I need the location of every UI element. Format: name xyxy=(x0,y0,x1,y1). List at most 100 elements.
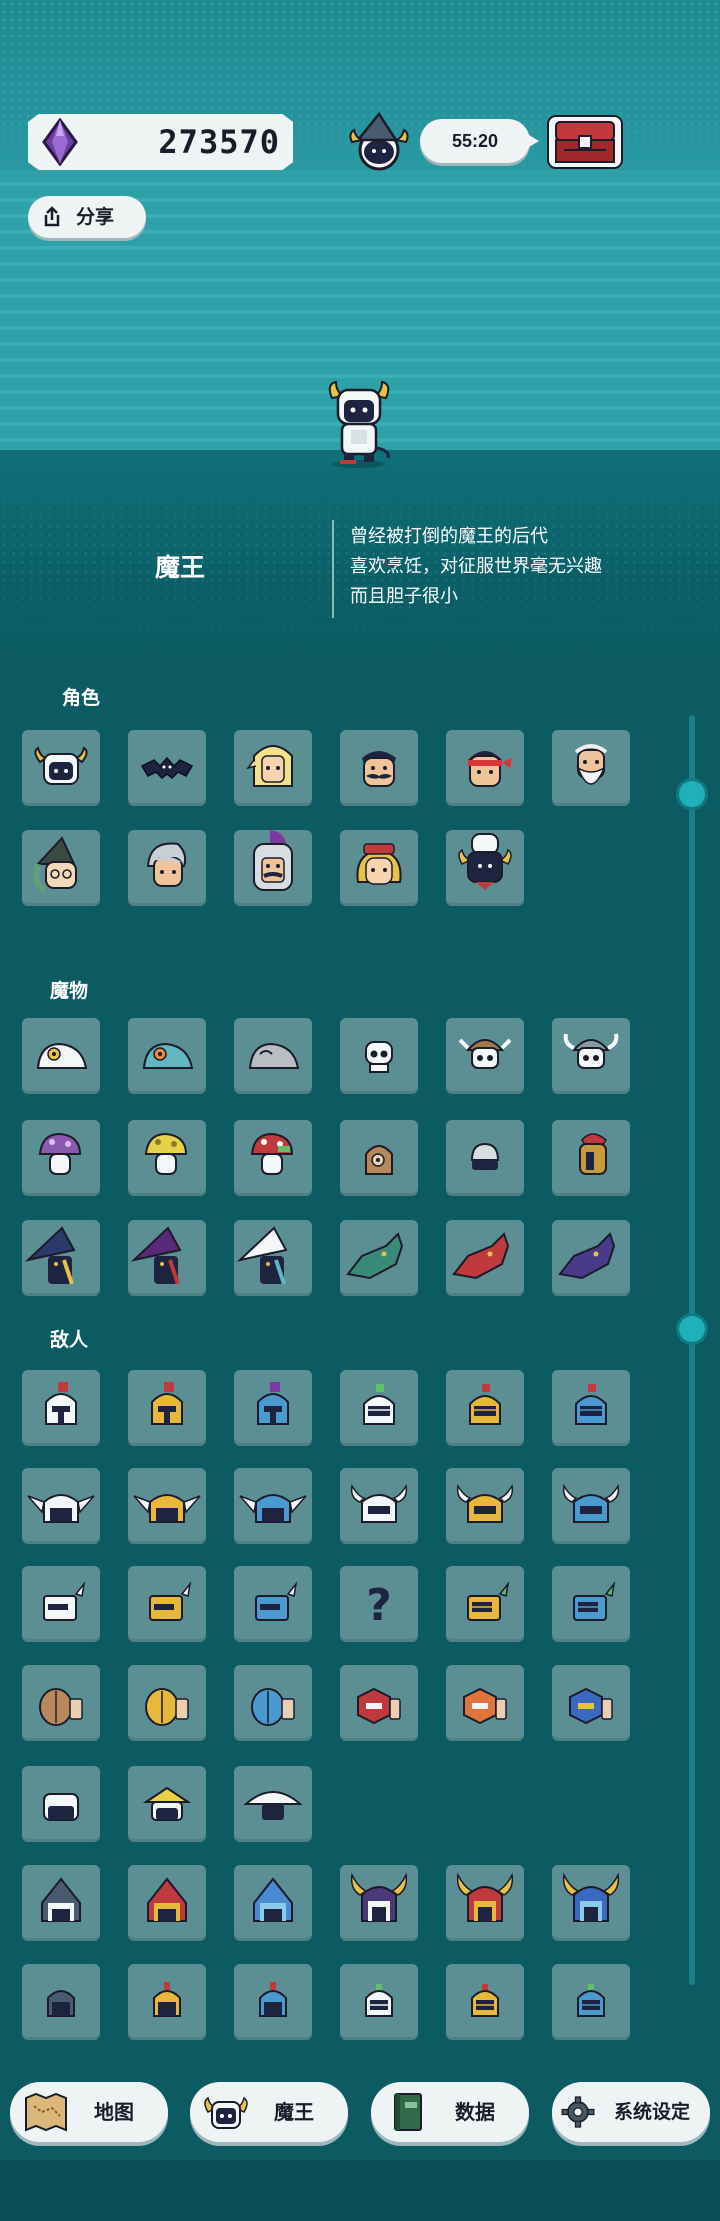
enemy-tile-shield-brown[interactable] xyxy=(22,1665,100,1741)
monster-tile-mushroom-red[interactable] xyxy=(234,1120,312,1196)
share-button[interactable]: 分享 xyxy=(28,196,146,238)
enemy-tile-cap-white[interactable] xyxy=(22,1766,100,1842)
enemy-tile-box-gold[interactable] xyxy=(128,1566,206,1642)
enemy-tile-box-knight-blue[interactable] xyxy=(552,1566,630,1642)
monster-tile-mushroom-purple[interactable] xyxy=(22,1120,100,1196)
scrollbar-track[interactable] xyxy=(689,715,695,1985)
enemy-tile-winged-white[interactable] xyxy=(22,1468,100,1544)
enemy-tile-small-helm-gray[interactable] xyxy=(22,1964,100,2040)
character-tile-old-sage[interactable] xyxy=(552,730,630,806)
enemy-tile-hood-gray[interactable] xyxy=(22,1865,100,1941)
monster-tile-mage-blue[interactable] xyxy=(22,1220,100,1296)
bottom-strip xyxy=(0,2160,720,2221)
enemy-tile-visor-gold[interactable] xyxy=(446,1964,524,2040)
skull-viking-icon xyxy=(458,1038,512,1069)
nav-data-button[interactable]: 数据 xyxy=(371,2082,529,2142)
enemy-tile-visor-blue[interactable] xyxy=(552,1964,630,2040)
enemy-tile-helmet-blue[interactable] xyxy=(234,1370,312,1446)
monster-tile-skull-viking[interactable] xyxy=(446,1018,524,1094)
character-tile-witch[interactable] xyxy=(22,830,100,906)
character-tile-blonde-girl[interactable] xyxy=(234,730,312,806)
knight-helmet-icon xyxy=(469,1384,501,1425)
wizard-avatar-button[interactable] xyxy=(346,110,412,172)
skull-horned-icon xyxy=(563,1033,619,1069)
hex-shield-icon xyxy=(463,1687,507,1725)
info-divider xyxy=(332,520,334,618)
nav-settings-button[interactable]: 系统设定 xyxy=(552,2082,710,2142)
character-tile-bat[interactable] xyxy=(128,730,206,806)
viking-helmet-icon xyxy=(456,1872,514,1922)
character-tile-demon-king[interactable] xyxy=(22,730,100,806)
monster-tile-dragon-purple[interactable] xyxy=(552,1220,630,1296)
helmet-slime-icon xyxy=(470,1142,500,1170)
shield-bearer-icon xyxy=(251,1688,295,1726)
scroll-knob-enemies[interactable] xyxy=(679,1316,705,1342)
enemy-tile-horned-white[interactable] xyxy=(340,1468,418,1544)
monster-tile-slime-teal[interactable] xyxy=(128,1018,206,1094)
enemy-tile-shield-gold[interactable] xyxy=(128,1665,206,1741)
enemy-tile-knight-gold[interactable] xyxy=(446,1370,524,1446)
monster-tile-mage-purple[interactable] xyxy=(128,1220,206,1296)
enemy-tile-viking-blue[interactable] xyxy=(552,1865,630,1941)
character-tile-knight-general[interactable] xyxy=(234,830,312,906)
section-title-monsters: 魔物 xyxy=(50,980,89,1002)
monster-tile-spartan[interactable] xyxy=(552,1120,630,1196)
monster-tile-helmet-slime[interactable] xyxy=(446,1120,524,1196)
dragon-icon xyxy=(452,1232,510,1280)
enemy-tile-shield-blue[interactable] xyxy=(234,1665,312,1741)
horned-helmet-icon xyxy=(562,1483,620,1523)
enemy-tile-hex-shield-orange[interactable] xyxy=(446,1665,524,1741)
character-tile-silver-hair[interactable] xyxy=(128,830,206,906)
enemy-tile-hex-shield-blue[interactable] xyxy=(552,1665,630,1741)
monster-tile-mage-white[interactable] xyxy=(234,1220,312,1296)
monster-tile-dragon-green[interactable] xyxy=(340,1220,418,1296)
enemy-tile-viking-purple[interactable] xyxy=(340,1865,418,1941)
monster-tile-skull-horned[interactable] xyxy=(552,1018,630,1094)
winged-helmet-icon xyxy=(239,1494,307,1523)
character-tile-headband-fighter[interactable] xyxy=(446,730,524,806)
nav-demon-king-button[interactable]: 魔王 xyxy=(190,2082,348,2142)
enemy-tile-hood-blue[interactable] xyxy=(234,1865,312,1941)
enemy-tile-unknown[interactable]: ? xyxy=(340,1566,418,1642)
scroll-knob-characters[interactable] xyxy=(679,781,705,807)
enemy-tile-hood-red[interactable] xyxy=(128,1865,206,1941)
monster-tile-stone-golem[interactable] xyxy=(340,1120,418,1196)
character-tile-chef-demon[interactable] xyxy=(446,830,524,906)
box-knight-icon xyxy=(467,1581,510,1621)
demon-king-icon xyxy=(204,2096,248,2129)
enemy-tile-winged-blue[interactable] xyxy=(234,1468,312,1544)
nav-map-button[interactable]: 地图 xyxy=(10,2082,168,2142)
monster-tile-slime-gray[interactable] xyxy=(234,1018,312,1094)
enemy-tile-horned-gold[interactable] xyxy=(446,1468,524,1544)
monster-tile-skull[interactable] xyxy=(340,1018,418,1094)
monster-tile-mushroom-yellow[interactable] xyxy=(128,1120,206,1196)
character-tile-princess[interactable] xyxy=(340,830,418,906)
enemy-tile-hex-shield-red[interactable] xyxy=(340,1665,418,1741)
enemy-tile-box-white[interactable] xyxy=(22,1566,100,1642)
enemy-tile-horned-blue[interactable] xyxy=(552,1468,630,1544)
enemy-tile-small-helm-blue[interactable] xyxy=(234,1964,312,2040)
viking-helmet-icon xyxy=(562,1872,620,1922)
enemy-tile-cap-yellow[interactable] xyxy=(128,1766,206,1842)
enemy-tile-knight-blue[interactable] xyxy=(552,1370,630,1446)
knight-helmet-icon xyxy=(363,1384,395,1425)
enemy-tile-straw-hat[interactable] xyxy=(234,1766,312,1842)
visor-helmet-icon xyxy=(577,1984,605,2017)
skull-icon xyxy=(365,1041,393,1073)
enemy-tile-box-blue[interactable] xyxy=(234,1566,312,1642)
monster-tile-slime-yellow[interactable] xyxy=(22,1018,100,1094)
monster-tile-dragon-red[interactable] xyxy=(446,1220,524,1296)
enemy-tile-visor-white[interactable] xyxy=(340,1964,418,2040)
enemy-tile-winged-gold[interactable] xyxy=(128,1468,206,1544)
winged-helmet-icon xyxy=(27,1494,95,1523)
enemy-tile-small-helm-gold[interactable] xyxy=(128,1964,206,2040)
enemy-tile-box-knight-gold[interactable] xyxy=(446,1566,524,1642)
horned-helmet-icon xyxy=(350,1483,408,1523)
enemy-tile-knight-white[interactable] xyxy=(340,1370,418,1446)
enemy-tile-helmet-white[interactable] xyxy=(22,1370,100,1446)
gem-icon xyxy=(42,118,78,166)
enemy-tile-viking-red[interactable] xyxy=(446,1865,524,1941)
treasure-chest-icon[interactable] xyxy=(544,110,626,172)
character-tile-mustache-man[interactable] xyxy=(340,730,418,806)
enemy-tile-helmet-gold[interactable] xyxy=(128,1370,206,1446)
